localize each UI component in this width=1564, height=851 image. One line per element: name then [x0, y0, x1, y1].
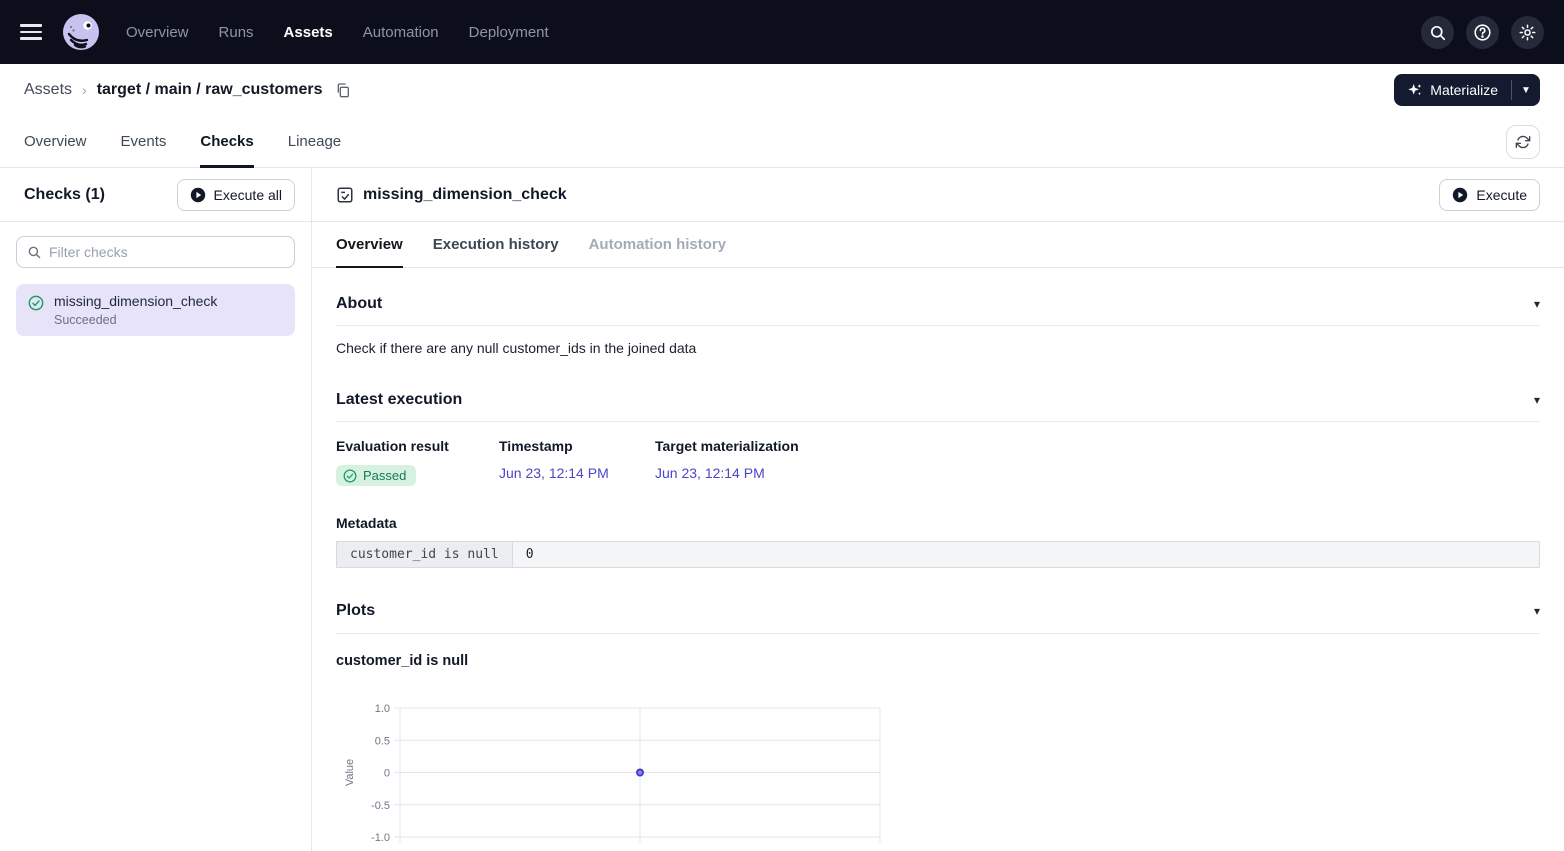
target-materialization-link[interactable]: Jun 23, 12:14 PM [655, 465, 765, 481]
play-circle-icon [190, 187, 206, 203]
breadcrumb-row: Assets › target / main / raw_customers M… [0, 64, 1564, 116]
timestamp-link[interactable]: Jun 23, 12:14 PM [499, 465, 609, 481]
timestamp-label: Timestamp [499, 438, 655, 454]
svg-text:Value: Value [344, 758, 356, 785]
refresh-icon[interactable] [1506, 125, 1540, 159]
content-area: Checks (1) Execute all missing_dimension… [0, 168, 1564, 851]
about-section-header[interactable]: About ▾ [336, 282, 1540, 326]
plot-container: 1.00.50-0.5-1.0Jun 23, 12:14 PMJun 23, 1… [336, 700, 1540, 851]
value-scatter-chart: 1.00.50-0.5-1.0Jun 23, 12:14 PMJun 23, 1… [336, 700, 956, 851]
materialize-label: Materialize [1430, 82, 1498, 98]
materialize-button[interactable]: Materialize [1394, 74, 1511, 106]
check-detail-header: missing_dimension_check Execute [312, 168, 1564, 222]
nav-item-runs[interactable]: Runs [219, 24, 254, 41]
target-materialization-label: Target materialization [655, 438, 799, 454]
tab-automation-history[interactable]: Automation history [589, 222, 727, 267]
evaluation-result-label: Evaluation result [336, 438, 499, 454]
check-item-name: missing_dimension_check [54, 293, 217, 309]
chevron-down-icon[interactable]: ▾ [1534, 298, 1540, 310]
materialize-split-button: Materialize ▼ [1394, 74, 1540, 106]
breadcrumb-assets-link[interactable]: Assets [24, 81, 72, 99]
tab-events[interactable]: Events [121, 116, 167, 167]
metadata-key: customer_id is null [337, 542, 513, 567]
chevron-down-icon[interactable]: ▾ [1534, 605, 1540, 617]
materialize-dropdown-caret-icon[interactable]: ▼ [1512, 74, 1540, 106]
metadata-table: customer_id is null 0 [336, 541, 1540, 568]
search-icon [27, 245, 41, 259]
asset-tabs: Overview Events Checks Lineage [0, 116, 1564, 168]
copy-icon[interactable] [333, 80, 353, 100]
check-circle-icon [343, 469, 357, 483]
check-detail-body: About ▾ Check if there are any null cust… [312, 268, 1564, 851]
checks-sidebar: Checks (1) Execute all missing_dimension… [0, 168, 312, 851]
chevron-down-icon[interactable]: ▾ [1534, 394, 1540, 406]
passed-label: Passed [363, 468, 406, 483]
tab-execution-history[interactable]: Execution history [433, 222, 559, 267]
tab-lineage[interactable]: Lineage [288, 116, 341, 167]
svg-text:-1.0: -1.0 [371, 832, 390, 844]
metadata-heading: Metadata [336, 515, 1540, 531]
sparkle-icon [1407, 82, 1423, 98]
execute-button[interactable]: Execute [1439, 179, 1540, 211]
checks-count-title: Checks (1) [24, 186, 105, 204]
top-navbar: Overview Runs Assets Automation Deployme… [0, 0, 1564, 64]
latest-execution-heading: Latest execution [336, 391, 462, 409]
passed-status-badge: Passed [336, 465, 416, 486]
execute-all-button[interactable]: Execute all [177, 179, 295, 211]
breadcrumb: Assets › target / main / raw_customers [24, 80, 353, 100]
tab-overview[interactable]: Overview [24, 116, 87, 167]
nav-item-deployment[interactable]: Deployment [469, 24, 549, 41]
filter-checks-box [16, 236, 295, 268]
checks-panel-header: Checks (1) Execute all [0, 168, 311, 222]
help-icon[interactable] [1466, 16, 1499, 49]
execute-label: Execute [1476, 187, 1527, 203]
nav-item-assets[interactable]: Assets [284, 24, 333, 41]
metadata-value: 0 [513, 542, 1539, 567]
tab-checks[interactable]: Checks [200, 116, 253, 167]
check-list-item[interactable]: missing_dimension_check Succeeded [16, 284, 295, 336]
dagster-app: Overview Runs Assets Automation Deployme… [0, 0, 1564, 851]
svg-text:0.5: 0.5 [375, 735, 390, 747]
about-heading: About [336, 295, 382, 313]
check-detail-tabs: Overview Execution history Automation hi… [312, 222, 1564, 268]
check-success-icon [28, 295, 44, 311]
navbar-actions [1421, 16, 1544, 49]
nav-item-automation[interactable]: Automation [363, 24, 439, 41]
plots-section-header[interactable]: Plots ▾ [336, 590, 1540, 634]
svg-text:1.0: 1.0 [375, 703, 390, 715]
plots-heading: Plots [336, 602, 375, 620]
latest-execution-columns: Evaluation result Passed Timestamp Jun 2… [336, 438, 1540, 488]
search-icon[interactable] [1421, 16, 1454, 49]
svg-text:0: 0 [384, 767, 390, 779]
check-title: missing_dimension_check [363, 186, 567, 204]
tab-check-overview[interactable]: Overview [336, 222, 403, 267]
asset-check-icon [336, 186, 354, 204]
filter-checks-input[interactable] [49, 244, 284, 260]
nav-item-overview[interactable]: Overview [126, 24, 189, 41]
execute-all-label: Execute all [214, 187, 282, 203]
check-item-status: Succeeded [54, 313, 217, 327]
breadcrumb-separator: › [82, 82, 87, 98]
settings-gear-icon[interactable] [1511, 16, 1544, 49]
asset-key-path: target / main / raw_customers [97, 81, 323, 99]
plot-title: customer_id is null [336, 653, 1540, 669]
dagster-logo-icon[interactable] [62, 13, 100, 51]
play-circle-icon [1452, 187, 1468, 203]
hamburger-menu-icon[interactable] [20, 19, 46, 45]
svg-text:-0.5: -0.5 [371, 799, 390, 811]
latest-execution-section-header[interactable]: Latest execution ▾ [336, 378, 1540, 422]
check-detail-panel: missing_dimension_check Execute Overview… [312, 168, 1564, 851]
check-description: Check if there are any null customer_ids… [336, 340, 1540, 356]
primary-nav: Overview Runs Assets Automation Deployme… [126, 24, 549, 41]
